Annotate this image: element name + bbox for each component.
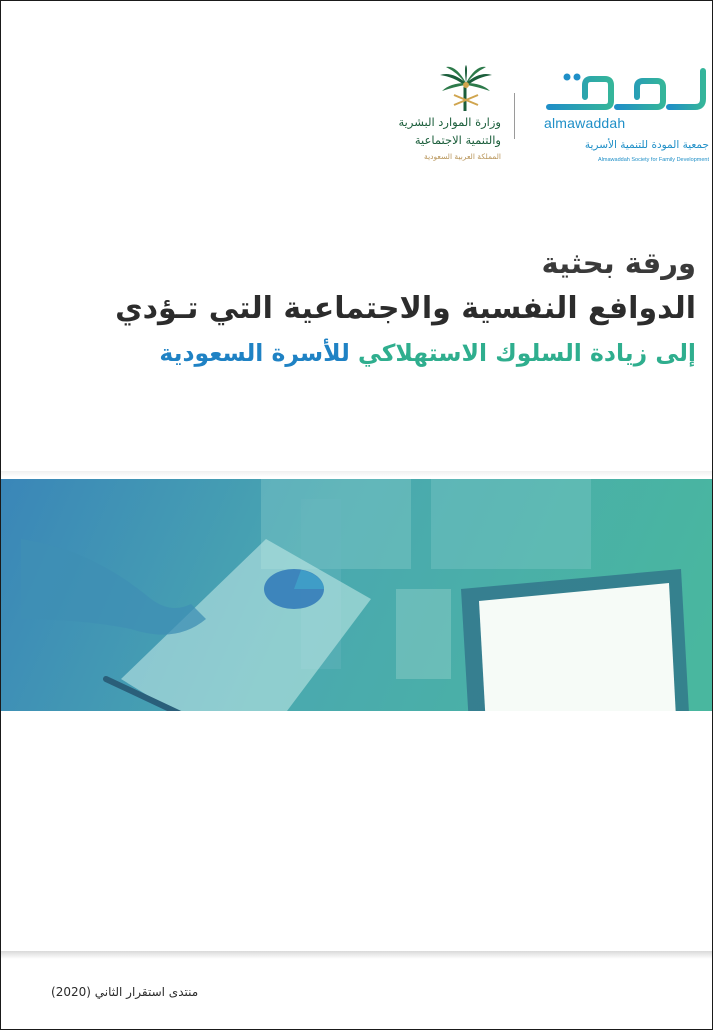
hero-top-shadow <box>1 471 712 477</box>
title-line-3-part2: للأسرة السعودية <box>159 339 358 367</box>
hero-image <box>1 479 712 711</box>
document-page: almawaddah جمعية المودة للتنمية الأسرية … <box>0 0 713 1030</box>
ministry-country-line: المملكة العربية السعودية <box>424 152 501 161</box>
footer-forum-label: منتدى استقرار الثاني (2020) <box>51 985 199 999</box>
title-line-3: إلى زيادة السلوك الاستهلاكي للأسرة السعو… <box>159 333 696 373</box>
document-title: ورقة بحثية الدوافع النفسية والاجتماعية ا… <box>6 241 696 373</box>
title-line-2: الدوافع النفسية والاجتماعية التي تـؤدي <box>115 291 696 326</box>
mawaddah-english-name: Almawaddah Society for Family Developmen… <box>598 157 709 163</box>
mawaddah-logo-mark <box>546 68 706 110</box>
mawaddah-latin-name: almawaddah <box>544 115 626 131</box>
palm-tree-icon <box>440 65 492 111</box>
hero-bottom-shadow <box>1 951 712 959</box>
logo-divider <box>514 93 515 139</box>
mawaddah-arabic-name: جمعية المودة للتنمية الأسرية <box>584 139 709 151</box>
ministry-name-line2: والتنمية الاجتماعية <box>414 133 501 147</box>
ministry-logo: وزارة الموارد البشرية والتنمية الاجتماعي… <box>331 65 501 181</box>
ministry-name-line1: وزارة الموارد البشرية <box>398 115 502 129</box>
mawaddah-logo: almawaddah جمعية المودة للتنمية الأسرية … <box>539 67 711 183</box>
title-line-1: ورقة بحثية <box>541 246 696 280</box>
hero-photo-illustration <box>1 479 712 711</box>
title-line-3-part1: إلى زيادة السلوك الاستهلاكي <box>357 339 696 367</box>
